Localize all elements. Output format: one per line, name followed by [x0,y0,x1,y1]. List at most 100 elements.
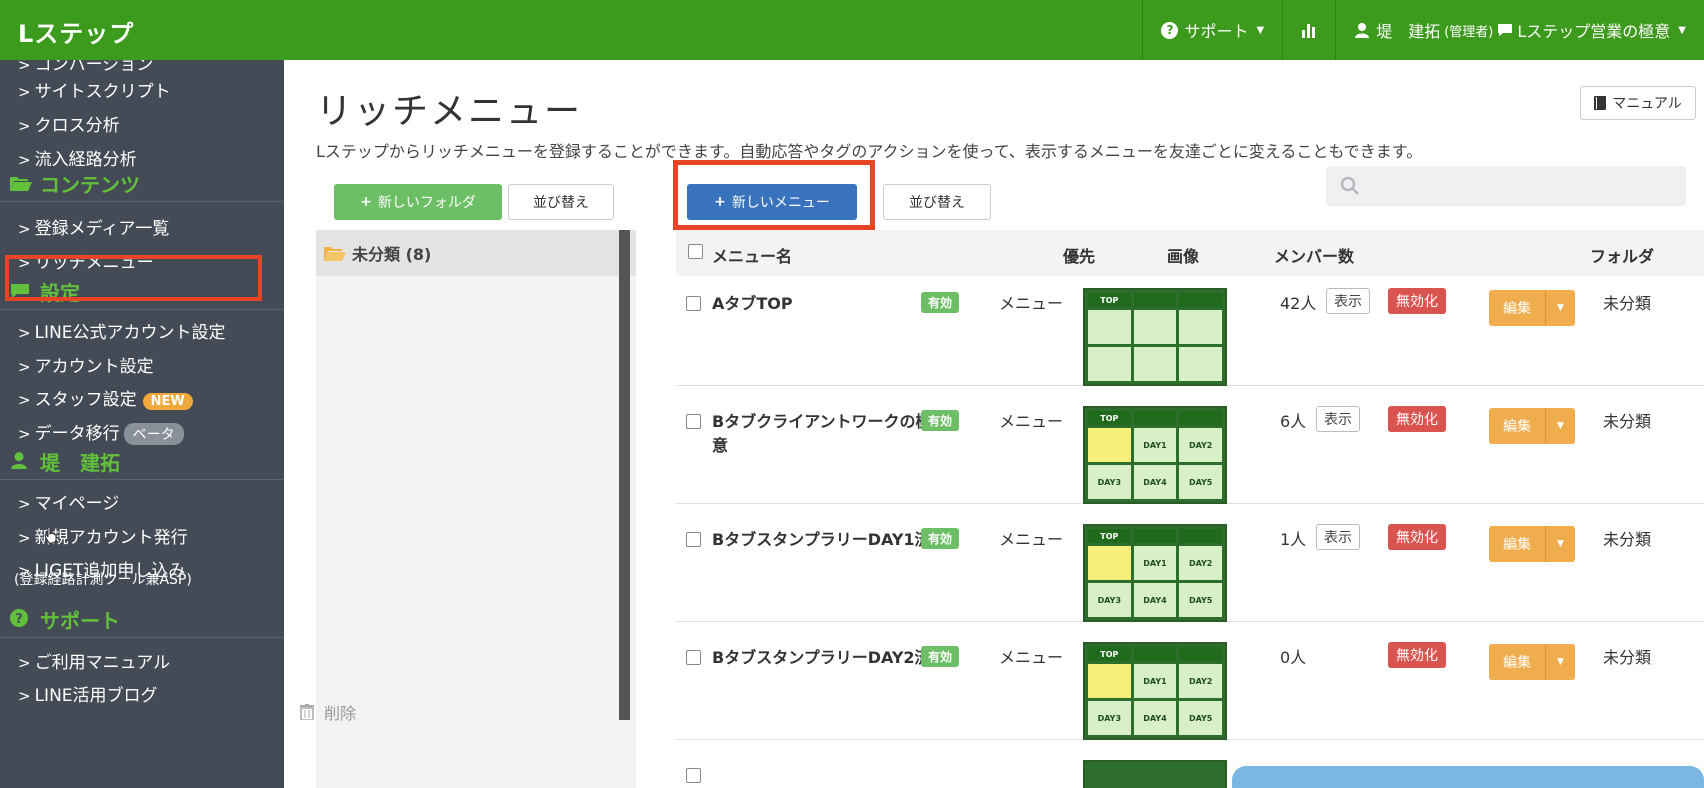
new-folder-button[interactable]: + 新しいフォルダ [334,184,502,220]
caret-down-icon[interactable]: ▼ [1545,644,1575,680]
show-members-button[interactable]: 表示 [1316,524,1360,550]
menu-thumbnail[interactable]: TOP DAY1 DAY2 DAY3 DAY4 DAY5 [1083,406,1227,504]
menu-name[interactable]: Bタブクライアントワークの極意 [712,410,932,458]
header-name: メニュー名 [712,247,793,266]
disable-button[interactable]: 無効化 [1388,288,1446,314]
member-count: 1人 [1280,530,1307,549]
header-image: 画像 [1167,247,1200,266]
highlight-new-menu [673,160,875,230]
plus-icon: + [360,194,372,210]
folder-sort-button[interactable]: 並び替え [508,184,614,220]
menu-thumbnail[interactable]: TOP DAY1 DAY2 DAY3 DAY4 DAY5 [1083,642,1227,740]
user-menu[interactable]: 堤 建拓 (管理者) Lステップ営業の極意 ▼ [1335,0,1704,60]
menu-name[interactable]: BタブスタンプラリーDAY2済 [712,646,932,670]
sidebar-item-line-account-settings[interactable]: > LINE公式アカウント設定 [18,318,226,343]
manual-button[interactable]: マニュアル [1580,86,1696,120]
header-priority: 優先 [1063,247,1096,266]
table-row: AタブTOP 有効 メニュー TOP 42人 表示 無効化 編集 ▼ 未分類 [676,278,1704,386]
show-members-button[interactable]: 表示 [1316,406,1360,432]
page-description: Lステップからリッチメニューを登録することができます。自動応答やタグのアクション… [316,142,1423,161]
folder-pane: 未分類 (8) [316,230,636,788]
sidebar-section-contents: コンテンツ [0,166,284,202]
show-members-button[interactable]: 表示 [1326,288,1370,314]
menu-type: メニュー [999,530,1064,549]
status-badge: 有効 [921,528,960,549]
user-name: 堤 建拓 [1376,22,1441,41]
edit-button[interactable]: 編集 ▼ [1489,408,1575,444]
chat-icon [1498,24,1513,36]
status-badge: 有効 [921,646,960,667]
folder-name: 未分類 [1603,530,1652,549]
scrollbar[interactable] [619,230,630,720]
new-badge: NEW [142,393,193,410]
caret-down-icon[interactable]: ▼ [1545,526,1575,562]
row-checkbox[interactable] [686,650,701,665]
sidebar-item-data-migration[interactable]: > データ移行 ベータ [18,419,184,445]
top-nav: ? サポート ▼ 堤 建拓 (管理者) Lステップ営業の極意 ▼ [1142,0,1704,60]
book-icon [1594,96,1607,110]
disable-button[interactable]: 無効化 [1388,642,1446,668]
main-content: リッチメニュー Lステップからリッチメニューを登録することができます。自動応答や… [284,60,1704,788]
edit-button[interactable]: 編集 ▼ [1489,526,1575,562]
member-count: 6人 [1280,412,1307,431]
row-checkbox[interactable] [686,768,701,783]
folder-open-icon [324,247,346,261]
user-icon [1355,23,1370,38]
edit-button[interactable]: 編集 ▼ [1489,644,1575,680]
sidebar-section-support: ? サポート [0,602,284,638]
sidebar-item-blog[interactable]: > LINE活用ブログ [18,681,158,706]
delete-folder-button[interactable]: 削除 [300,700,356,724]
chat-banner[interactable] [1232,766,1704,788]
table-row: Bタブクライアントワークの極意 有効 メニュー TOP DAY1 DAY2 DAY… [676,396,1704,504]
folder-name: 未分類 [1603,412,1652,431]
disable-button[interactable]: 無効化 [1388,524,1446,550]
brand-logo[interactable]: Lステップ [18,14,134,49]
select-all-checkbox[interactable] [688,244,703,259]
sidebar-item-manual[interactable]: > ご利用マニュアル [18,648,170,673]
sidebar-item-mypage[interactable]: > マイページ [18,489,119,514]
menu-thumbnail[interactable]: TOP [1083,288,1227,386]
highlight-rich-menu [5,255,262,301]
header-members: メンバー数 [1274,247,1355,266]
folder-item-uncategorized[interactable]: 未分類 (8) [316,230,636,276]
folder-open-icon [10,172,32,196]
status-badge: 有効 [921,410,960,431]
member-count: 42人 [1280,294,1317,313]
disable-button[interactable]: 無効化 [1388,406,1446,432]
menu-thumbnail[interactable] [1083,760,1227,788]
folder-name: 未分類 [1603,648,1652,667]
analytics-button[interactable] [1282,0,1335,60]
sidebar-item-account-settings[interactable]: > アカウント設定 [18,352,154,377]
header-folder: フォルダ [1590,247,1655,266]
sidebar-section-user: 堤 建拓 [0,444,284,480]
top-bar: Lステップ ? サポート ▼ 堤 建拓 (管理者) Lステップ営業の極意 ▼ [0,0,1704,60]
member-count: 0人 [1280,648,1307,667]
sidebar-item-site-script[interactable]: > サイトスクリプト [18,77,171,102]
menu-type: メニュー [999,412,1064,431]
search-icon [1340,176,1359,195]
sidebar-liget-subtitle: (登録経路計測ツール兼ASP) [14,572,192,588]
sidebar-item-media-list[interactable]: > 登録メディア一覧 [18,214,169,239]
menu-type: メニュー [999,648,1064,667]
row-checkbox[interactable] [686,414,701,429]
support-menu[interactable]: ? サポート ▼ [1142,0,1282,60]
caret-down-icon[interactable]: ▼ [1545,290,1575,326]
sidebar-item-cross-analysis[interactable]: > クロス分析 [18,111,120,136]
sidebar-item-staff-settings[interactable]: > スタッフ設定 NEW [18,385,193,410]
status-badge: 有効 [921,292,960,313]
menu-type: メニュー [999,294,1064,313]
row-checkbox[interactable] [686,296,701,311]
edit-button[interactable]: 編集 ▼ [1489,290,1575,326]
caret-down-icon: ▼ [1256,24,1265,36]
menu-sort-button[interactable]: 並び替え [883,184,991,220]
menu-name[interactable]: AタブTOP [712,292,932,316]
folder-name: 未分類 [1603,294,1652,313]
menu-name[interactable]: BタブスタンプラリーDAY1済 [712,528,932,552]
row-checkbox[interactable] [686,532,701,547]
search-input[interactable] [1326,166,1686,206]
caret-down-icon[interactable]: ▼ [1545,408,1575,444]
sidebar-item-conversion[interactable]: > コンバージョン [18,60,153,75]
user-role: (管理者) [1444,24,1494,40]
menu-thumbnail[interactable]: TOP DAY1 DAY2 DAY3 DAY4 DAY5 [1083,524,1227,622]
trash-icon [300,704,314,720]
